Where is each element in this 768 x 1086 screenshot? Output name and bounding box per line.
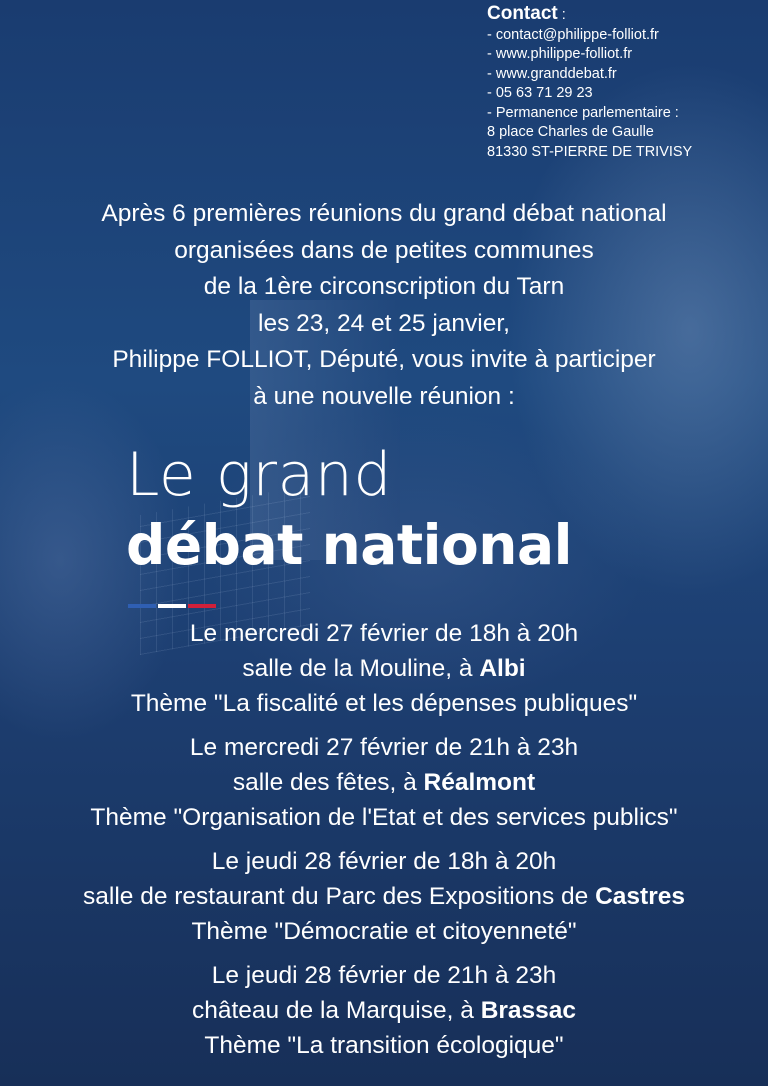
event-theme: Thème "La transition écologique" <box>204 1032 564 1059</box>
tricolor-blue <box>128 604 156 608</box>
intro-line: Philippe FOLLIOT, Député, vous invite à … <box>112 346 656 373</box>
event-date: Le mercredi 27 février de 21h à 23h <box>189 734 579 761</box>
event-item: Le mercredi 27 février de 18h à 20h sall… <box>0 616 768 721</box>
tricolor-bar <box>128 604 216 608</box>
event-venue: salle des fêtes, à Réalmont <box>0 765 768 800</box>
tricolor-white <box>158 604 186 608</box>
event-venue: salle de restaurant du Parc des Expositi… <box>0 879 768 914</box>
event-item: Le mercredi 27 février de 21h à 23h sall… <box>0 730 768 835</box>
grand-debat-logo: Le grand débat national <box>126 438 572 578</box>
event-item: Le jeudi 28 février de 21h à 23h château… <box>0 958 768 1063</box>
event-venue-text: salle de la Mouline, à <box>242 655 480 682</box>
event-theme: Thème "La fiscalité et les dépenses publ… <box>130 690 638 717</box>
intro-line: de la 1ère circonscription du Tarn <box>203 273 565 300</box>
event-theme: Thème "Organisation de l'Etat et des ser… <box>90 804 678 831</box>
contact-granddebat-website: - www.granddebat.fr <box>487 65 617 82</box>
logo-line-2: débat national <box>126 513 572 577</box>
contact-address-city: 81330 ST-PIERRE DE TRIVISY <box>487 143 693 160</box>
intro-line: les 23, 24 et 25 janvier, <box>258 309 510 337</box>
contact-email: - contact@philippe-folliot.fr <box>487 26 659 43</box>
event-venue-text: salle des fêtes, à <box>232 769 424 796</box>
events-list: Le mercredi 27 février de 18h à 20h sall… <box>0 616 768 1072</box>
contact-office-label: - Permanence parlementaire : <box>487 104 679 121</box>
event-venue-text: salle de restaurant du Parc des Expositi… <box>83 883 596 910</box>
event-city: Albi <box>479 655 526 682</box>
event-date: Le jeudi 28 février de 21h à 23h <box>211 962 557 989</box>
event-venue: château de la Marquise, à Brassac <box>0 993 768 1028</box>
event-city: Castres <box>595 883 685 910</box>
contact-address-street: 8 place Charles de Gaulle <box>487 124 654 140</box>
event-item: Le jeudi 28 février de 18h à 20h salle d… <box>0 844 768 949</box>
contact-website: - www.philippe-folliot.fr <box>487 46 633 62</box>
event-date: Le jeudi 28 février de 18h à 20h <box>211 848 557 875</box>
contact-heading: Contact <box>487 3 558 24</box>
tricolor-red <box>188 604 216 608</box>
intro-line: organisées dans de petites communes <box>174 236 594 264</box>
contact-phone: - 05 63 71 29 23 <box>487 85 593 101</box>
event-venue: salle de la Mouline, à Albi <box>0 651 768 686</box>
event-date: Le mercredi 27 février de 18h à 20h <box>189 620 579 647</box>
event-venue-text: château de la Marquise, à <box>191 997 481 1024</box>
event-theme: Thème "Démocratie et citoyenneté" <box>191 918 577 945</box>
intro-text: Après 6 premières réunions du grand déba… <box>0 196 768 415</box>
intro-line: Après 6 premières réunions du grand déba… <box>101 200 667 227</box>
contact-heading-suffix: : <box>557 7 566 23</box>
event-city: Réalmont <box>423 769 536 796</box>
logo-line-1: Le grand <box>126 440 392 510</box>
contact-block: Contact : - contact@philippe-folliot.fr … <box>487 4 757 162</box>
contact-heading-line: Contact : <box>487 4 757 26</box>
event-city: Brassac <box>480 997 577 1024</box>
intro-line: à une nouvelle réunion : <box>253 382 515 410</box>
